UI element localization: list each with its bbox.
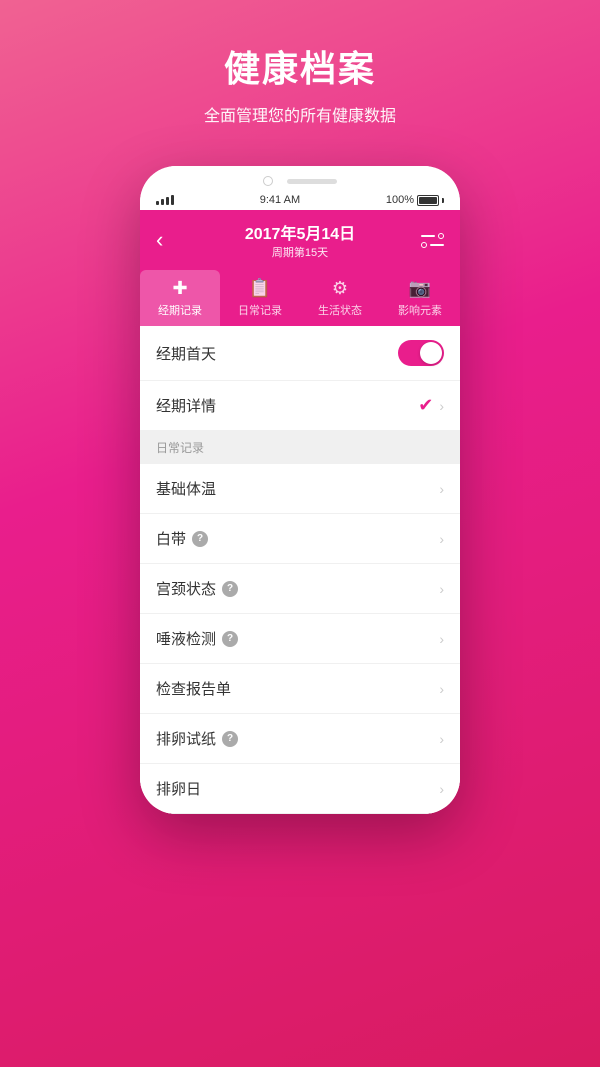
page-title: 健康档案 [204,40,396,92]
tab-icon-daily: 📋 [249,278,271,299]
page-header: 健康档案 全面管理您的所有健康数据 [184,0,416,156]
phone-camera [263,176,273,186]
row-saliva-test[interactable]: 唾液检测 ? › [140,614,460,664]
app-nav: ‹ 2017年5月14日 周期第15天 [156,220,444,260]
tab-influence[interactable]: 📷 影响元素 [380,270,460,326]
row-label-period-detail: 经期详情 [156,395,216,416]
nav-date: 2017年5月14日 周期第15天 [245,220,355,260]
row-label: 白带 ? [156,528,208,549]
tab-label-period: 经期记录 [158,302,202,318]
row-label: 检查报告单 [156,678,231,699]
chevron-icon: › [439,398,444,414]
section-header-daily: 日常记录 [140,431,460,464]
tabs: ✚ 经期记录 📋 日常记录 ⚙ 生活状态 📷 影响元素 [140,270,460,326]
row-basal-temp[interactable]: 基础体温 › [140,464,460,514]
status-bar: 9:41 AM 100% [140,192,460,210]
chevron-icon: › [439,531,444,547]
date-cycle: 周期第15天 [245,244,355,260]
tab-icon-lifestyle: ⚙ [332,278,348,299]
check-icon: ✔ [418,395,433,416]
tab-icon-influence: 📷 [409,278,431,299]
tab-lifestyle[interactable]: ⚙ 生活状态 [300,270,380,326]
phone-speaker [287,179,337,184]
battery-percent: 100% [386,194,414,206]
chevron-icon: › [439,731,444,747]
help-icon[interactable]: ? [222,631,238,647]
toggle-period-first-day[interactable] [398,340,444,366]
row-ovulation-day[interactable]: 排卵日 › [140,764,460,814]
chevron-icon: › [439,781,444,797]
phone-frame: 9:41 AM 100% ‹ 2017年5月14日 周期第15天 [140,166,460,814]
date-main: 2017年5月14日 [245,220,355,244]
status-time: 9:41 AM [260,194,300,206]
row-check-report[interactable]: 检查报告单 › [140,664,460,714]
tab-label-daily: 日常记录 [238,302,282,318]
signal-icon [156,195,174,205]
row-vaginal-discharge[interactable]: 白带 ? › [140,514,460,564]
content-area: 经期首天 经期详情 ✔ › 日常记录 基础体温 › 白带 ? › [140,326,460,814]
row-label: 宫颈状态 ? [156,578,238,599]
battery-icon: 100% [386,194,444,206]
row-right: ✔ › [418,395,444,416]
tab-icon-period: ✚ [172,278,187,299]
row-label: 排卵试纸 ? [156,728,238,749]
back-button[interactable]: ‹ [156,227,186,253]
chevron-icon: › [439,581,444,597]
row-label: 唾液检测 ? [156,628,238,649]
chevron-icon: › [439,631,444,647]
tab-period-record[interactable]: ✚ 经期记录 [140,270,220,326]
settings-button[interactable] [414,233,444,248]
tab-daily-record[interactable]: 📋 日常记录 [220,270,300,326]
help-icon[interactable]: ? [222,581,238,597]
chevron-icon: › [439,681,444,697]
chevron-icon: › [439,481,444,497]
row-label: 经期首天 [156,343,216,364]
tab-label-influence: 影响元素 [398,302,442,318]
row-label: 基础体温 [156,478,216,499]
row-label: 排卵日 [156,778,201,799]
row-cervix-state[interactable]: 宫颈状态 ? › [140,564,460,614]
page-subtitle: 全面管理您的所有健康数据 [204,102,396,126]
toggle-knob [420,342,442,364]
row-period-first-day[interactable]: 经期首天 [140,326,460,381]
app-header: ‹ 2017年5月14日 周期第15天 [140,210,460,270]
tab-label-lifestyle: 生活状态 [318,302,362,318]
row-period-detail[interactable]: 经期详情 ✔ › [140,381,460,431]
row-ovulation-test[interactable]: 排卵试纸 ? › [140,714,460,764]
help-icon[interactable]: ? [222,731,238,747]
help-icon[interactable]: ? [192,531,208,547]
phone-top [140,166,460,192]
settings-icon [421,233,444,248]
